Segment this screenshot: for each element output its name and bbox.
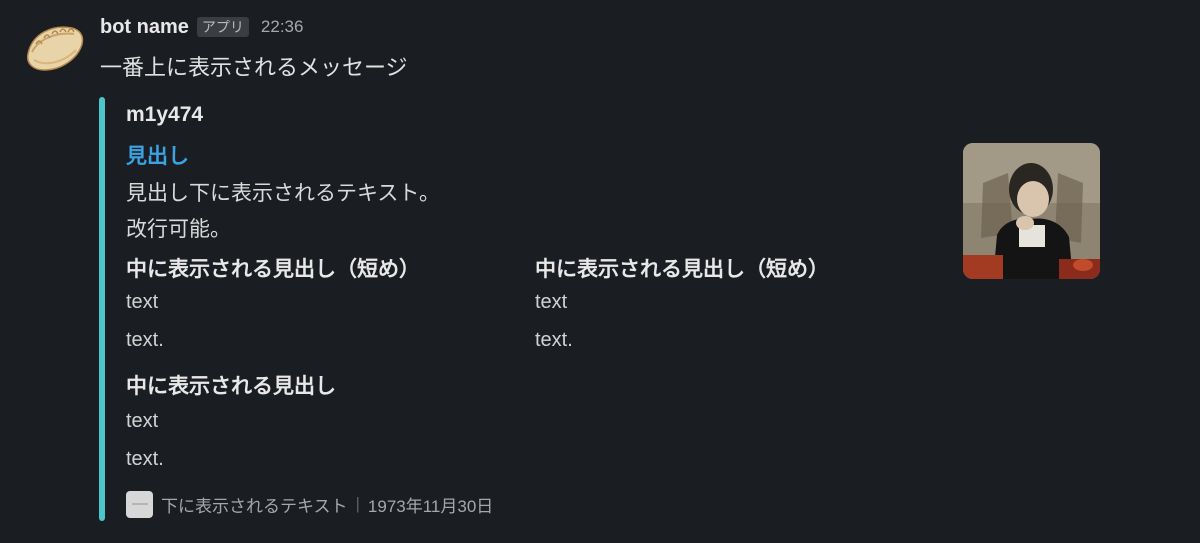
field-value: text [126,291,159,313]
timestamp[interactable]: 22:36 [261,17,304,37]
attachment-footer: 下に表示されるテキスト | 1973年11月30日 [126,490,494,518]
field-value: text [126,410,159,432]
footer-date: 1973年11月30日 [367,496,494,516]
gyoza-icon [26,26,84,71]
bot-avatar[interactable] [22,14,88,78]
attachment-title[interactable]: 見出し [126,140,189,170]
field-value: text. [126,448,164,470]
field-title: 中に表示される見出し（短め） [126,258,420,281]
attachment-text-line: 見出し下に表示されるテキスト。 [126,182,440,205]
field-title: 中に表示される見出し [126,375,336,398]
message-header: bot name アプリ 22:36 [100,13,303,41]
field-value: text [535,291,568,313]
field-title: 中に表示される見出し（短め） [535,258,829,281]
field-value: text. [535,329,573,351]
footer-text: 下に表示されるテキスト [161,496,348,516]
field-value: text. [126,329,164,351]
message-text: 一番上に表示されるメッセージ [100,55,408,80]
attachment-text-line: 改行可能。 [126,218,231,241]
child-photo-thumbnail [963,143,1100,279]
attachment-author: m1y474 [126,103,204,126]
footer-separator: | [355,494,360,513]
attachment: m1y474 見出し 見出し下に表示されるテキスト。 改行可能。 中に表示される… [99,97,1109,521]
app-badge: アプリ [196,17,249,37]
message: bot name アプリ 22:36 一番上に表示されるメッセージ m1y474… [0,0,1200,543]
attachment-thumbnail[interactable] [963,143,1100,279]
footer-icon [126,490,153,518]
attachment-color-bar [99,97,105,521]
bot-name[interactable]: bot name [100,16,189,39]
